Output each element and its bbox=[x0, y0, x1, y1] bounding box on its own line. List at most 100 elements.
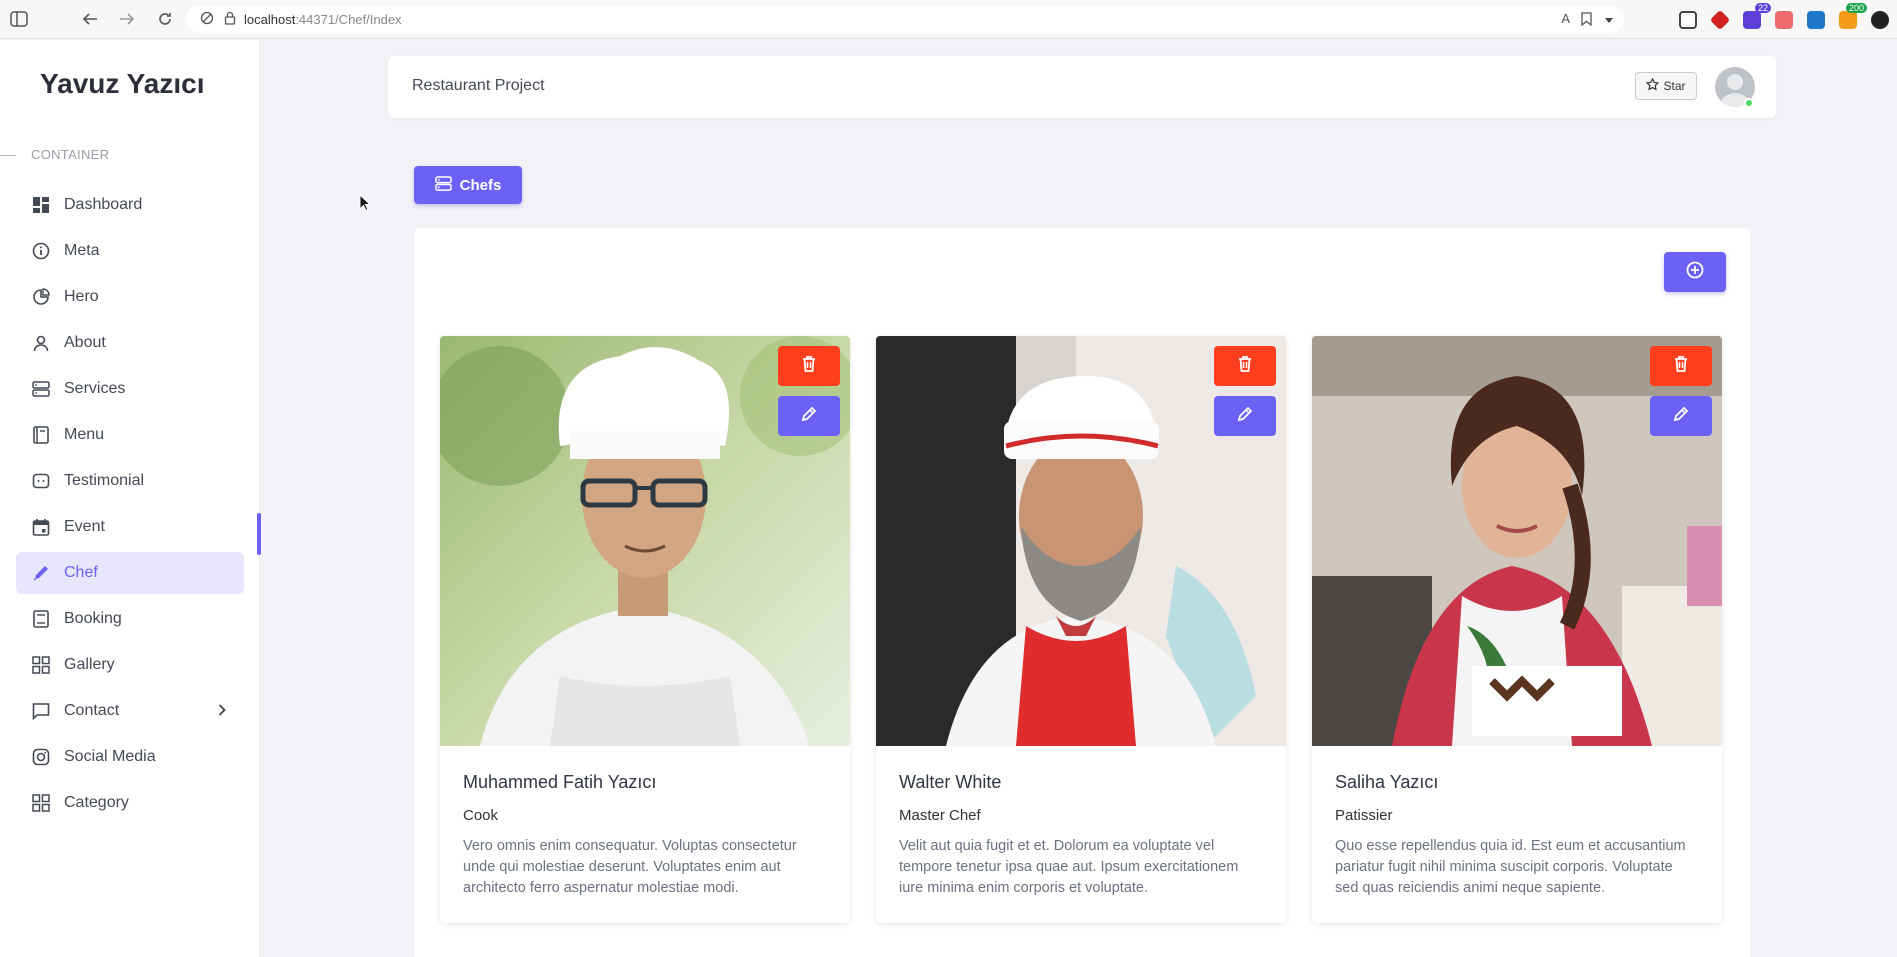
brand-logo[interactable]: Yavuz Yazıcı bbox=[40, 68, 205, 100]
qr-extension-icon[interactable] bbox=[1679, 10, 1697, 29]
dashboard-icon bbox=[32, 196, 50, 214]
sidebar-item-about[interactable]: About bbox=[16, 322, 244, 364]
server-icon bbox=[32, 380, 50, 398]
section-dash bbox=[0, 155, 16, 156]
delete-button[interactable] bbox=[778, 346, 840, 386]
extensions-area: 22 200 bbox=[1679, 0, 1897, 39]
message-icon bbox=[32, 702, 50, 720]
diamond-extension-icon[interactable] bbox=[1709, 9, 1731, 30]
edit-button[interactable] bbox=[1650, 396, 1712, 436]
star-button[interactable]: Star bbox=[1635, 72, 1697, 100]
sidebar-item-label: About bbox=[64, 334, 106, 351]
section-label: CONTAINER bbox=[31, 147, 110, 162]
sidebar-item-chef[interactable]: Chef bbox=[16, 552, 244, 594]
url-host: localhost bbox=[244, 12, 296, 27]
sidebar-toggle-icon[interactable] bbox=[8, 8, 30, 30]
pen-icon bbox=[32, 564, 50, 582]
sidebar-item-label: Social Media bbox=[64, 748, 156, 765]
red-extension-icon[interactable] bbox=[1775, 10, 1793, 29]
project-title: Restaurant Project bbox=[412, 77, 545, 94]
tag-extension-icon[interactable]: 22 bbox=[1743, 2, 1771, 29]
active-indicator bbox=[257, 513, 261, 555]
pie-icon bbox=[32, 288, 50, 306]
sidebar-item-testimonial[interactable]: Testimonial bbox=[16, 460, 244, 502]
star-label: Star bbox=[1663, 79, 1686, 93]
sidebar-item-label: Event bbox=[64, 518, 105, 535]
sidebar-item-meta[interactable]: Meta bbox=[16, 230, 244, 272]
chef-card: Saliha Yazıcı Patissier Quo esse repelle… bbox=[1312, 336, 1722, 923]
extension-badge: 200 bbox=[1845, 2, 1867, 13]
chef-description: Vero omnis enim consequatur. Voluptas co… bbox=[463, 838, 797, 896]
top-navbar: Restaurant Project Star bbox=[388, 56, 1776, 118]
chef-card: Muhammed Fatih Yazıcı Cook Vero omnis en… bbox=[440, 336, 850, 923]
chef-role: Patissier bbox=[1335, 807, 1393, 824]
chef-photo bbox=[876, 336, 1286, 746]
chef-description: Quo esse repellendus quia id. Est eum et… bbox=[1335, 838, 1686, 896]
grid-icon bbox=[32, 656, 50, 674]
chef-name: Walter White bbox=[899, 772, 1002, 792]
instagram-icon bbox=[32, 748, 50, 766]
trash-icon bbox=[802, 355, 816, 377]
delete-button[interactable] bbox=[1650, 346, 1712, 386]
lock-icon[interactable] bbox=[224, 11, 236, 28]
book-icon bbox=[32, 426, 50, 444]
dropdown-icon[interactable] bbox=[1604, 13, 1614, 28]
profile-icon[interactable] bbox=[1871, 10, 1889, 29]
read-aloud-icon[interactable]: A bbox=[1561, 11, 1570, 26]
sidebar: Yavuz Yazıcı CONTAINER Dashboard Meta He… bbox=[0, 40, 260, 957]
back-icon[interactable] bbox=[79, 8, 101, 30]
chefs-button[interactable]: Chefs bbox=[414, 166, 522, 204]
chat-bot-icon bbox=[32, 472, 50, 490]
sidebar-item-menu[interactable]: Menu bbox=[16, 414, 244, 456]
sidebar-item-dashboard[interactable]: Dashboard bbox=[16, 184, 244, 226]
edit-icon bbox=[1237, 406, 1253, 427]
plus-circle-icon bbox=[1686, 261, 1704, 284]
delete-button[interactable] bbox=[1214, 346, 1276, 386]
sidebar-item-category[interactable]: Category bbox=[16, 782, 244, 824]
sidebar-item-label: Dashboard bbox=[64, 196, 143, 213]
orange-extension-icon[interactable]: 200 bbox=[1839, 2, 1867, 29]
tracking-icon[interactable] bbox=[200, 11, 214, 28]
sidebar-item-label: Services bbox=[64, 380, 126, 397]
sidebar-menu: Dashboard Meta Hero About Services Menu … bbox=[16, 184, 244, 828]
sidebar-item-booking[interactable]: Booking bbox=[16, 598, 244, 640]
trash-icon bbox=[1674, 355, 1688, 377]
forward-icon[interactable] bbox=[116, 8, 138, 30]
chef-role: Cook bbox=[463, 807, 499, 824]
address-bar[interactable]: localhost:44371/Chef/Index A bbox=[186, 6, 1624, 33]
sidebar-item-label: Meta bbox=[64, 242, 100, 259]
browser-toolbar: localhost:44371/Chef/Index A 22 200 bbox=[0, 0, 1897, 39]
chef-photo bbox=[1312, 336, 1722, 746]
chef-photo bbox=[440, 336, 850, 746]
add-chef-button[interactable] bbox=[1664, 252, 1726, 292]
mouse-cursor-icon bbox=[359, 193, 372, 217]
sidebar-item-label: Category bbox=[64, 794, 129, 811]
sidebar-item-label: Gallery bbox=[64, 656, 115, 673]
edit-button[interactable] bbox=[1214, 396, 1276, 436]
chef-name: Saliha Yazıcı bbox=[1335, 772, 1439, 792]
edit-icon bbox=[1673, 406, 1689, 427]
server-icon bbox=[434, 175, 452, 195]
bookmark-icon[interactable] bbox=[1581, 12, 1592, 29]
edit-button[interactable] bbox=[778, 396, 840, 436]
extension-badge: 22 bbox=[1754, 2, 1771, 13]
reload-icon[interactable] bbox=[154, 8, 176, 30]
info-icon bbox=[32, 242, 50, 260]
online-status-dot bbox=[1744, 98, 1754, 108]
sidebar-item-social-media[interactable]: Social Media bbox=[16, 736, 244, 778]
sidebar-item-hero[interactable]: Hero bbox=[16, 276, 244, 318]
chefs-panel: Muhammed Fatih Yazıcı Cook Vero omnis en… bbox=[414, 228, 1750, 957]
s-extension-icon[interactable] bbox=[1807, 10, 1825, 29]
sidebar-item-label: Contact bbox=[64, 702, 120, 719]
chef-description: Velit aut quia fugit et et. Dolorum ea v… bbox=[899, 838, 1239, 896]
sidebar-item-label: Hero bbox=[64, 288, 99, 305]
sidebar-item-contact[interactable]: Contact bbox=[16, 690, 244, 732]
edit-icon bbox=[801, 406, 817, 427]
sidebar-item-gallery[interactable]: Gallery bbox=[16, 644, 244, 686]
sidebar-item-services[interactable]: Services bbox=[16, 368, 244, 410]
calendar-icon bbox=[32, 518, 50, 536]
sidebar-item-event[interactable]: Event bbox=[16, 506, 244, 548]
chef-role: Master Chef bbox=[899, 807, 981, 824]
trash-icon bbox=[1238, 355, 1252, 377]
sidebar-item-label: Menu bbox=[64, 426, 105, 443]
